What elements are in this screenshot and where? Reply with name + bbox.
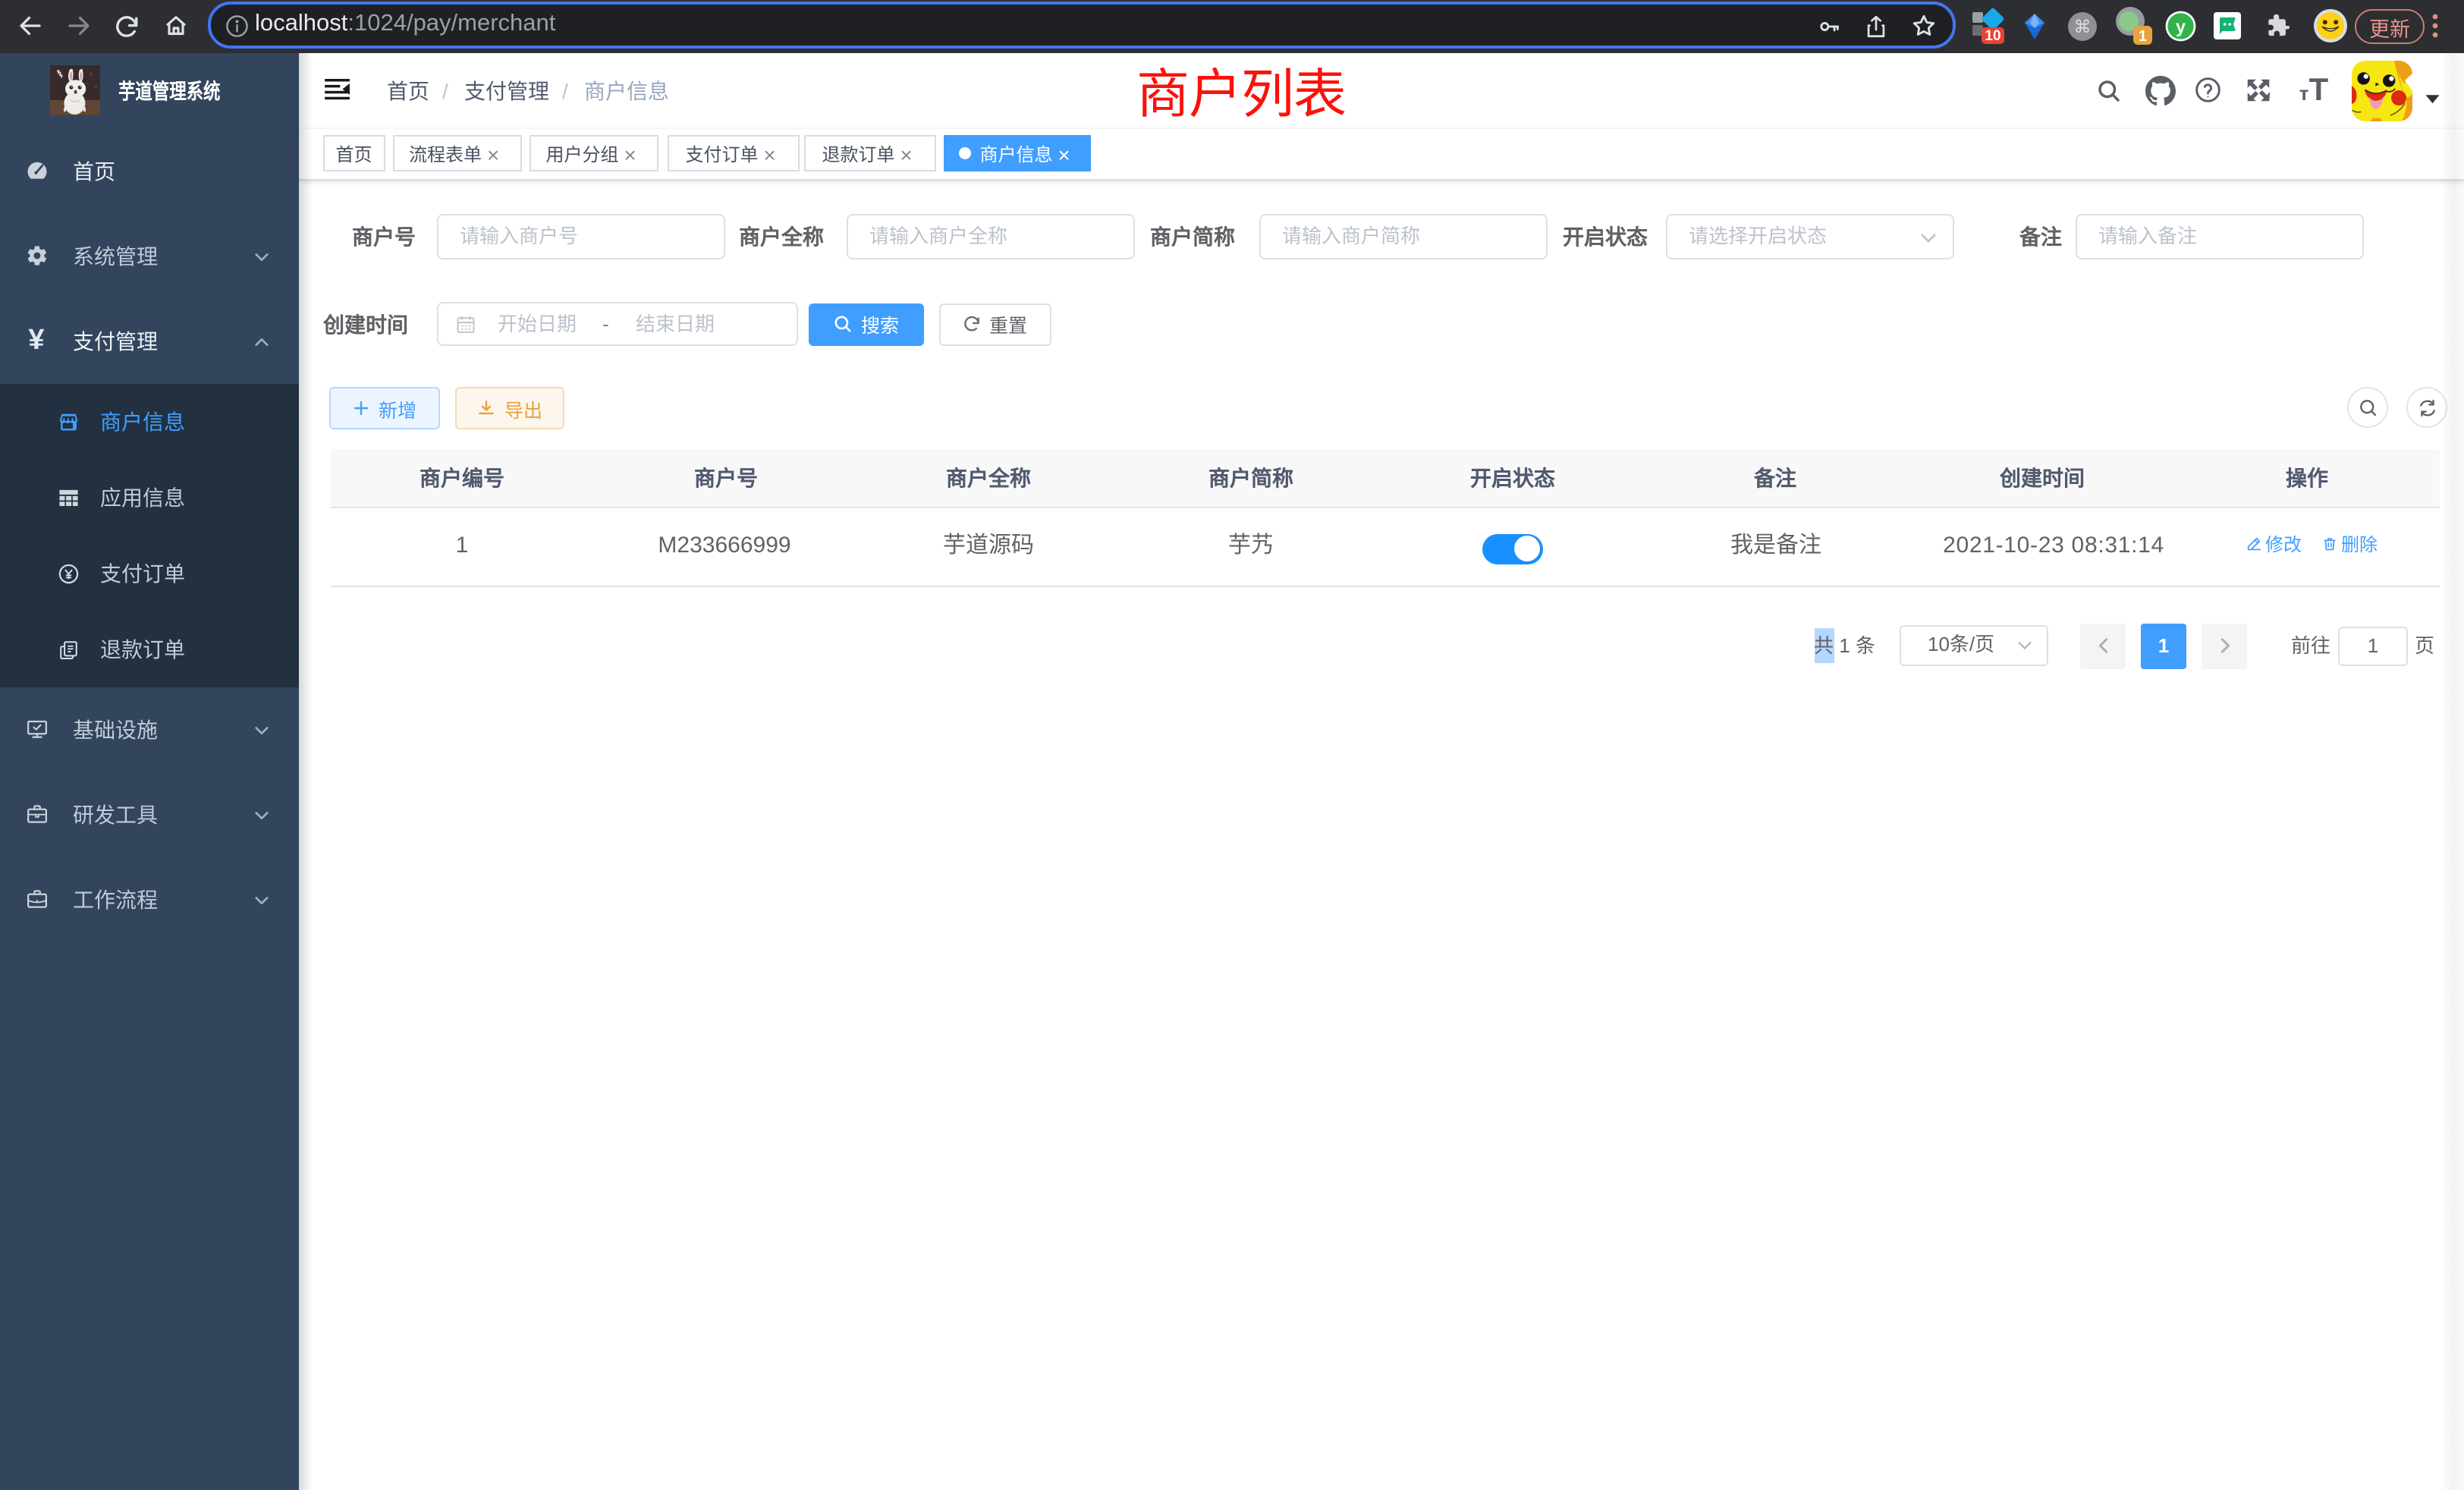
svg-text:1: 1: [2139, 29, 2147, 46]
svg-text:10: 10: [1985, 29, 2000, 45]
svg-text:⌘: ⌘: [2073, 17, 2091, 36]
svg-text:y: y: [2176, 17, 2186, 36]
